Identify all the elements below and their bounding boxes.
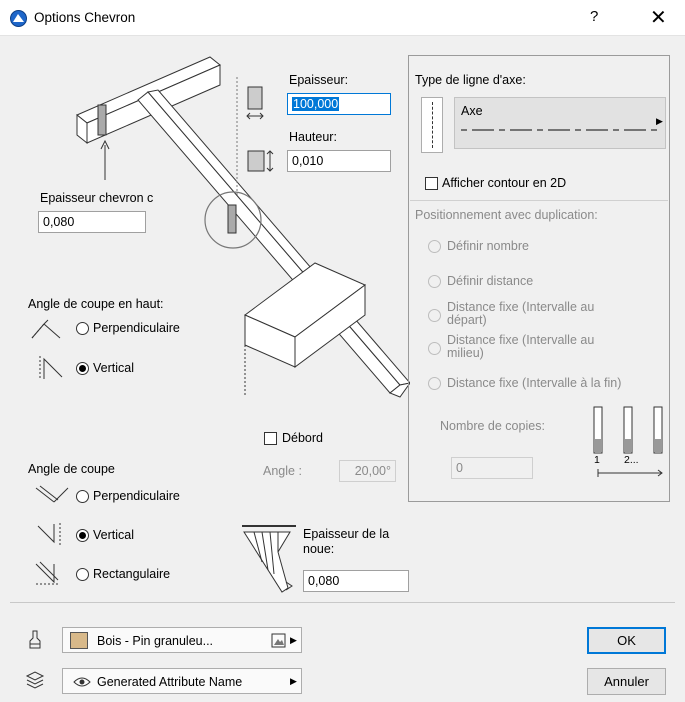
angle-label: Angle : (263, 464, 302, 478)
bas-rectangulaire-label: Rectangulaire (93, 567, 171, 581)
noue-label-2: noue: (303, 542, 335, 556)
brush-icon (29, 630, 41, 649)
bas-perpendiculaire-label: Perpendiculaire (93, 489, 180, 503)
help-button[interactable]: ? (590, 8, 598, 25)
material-selector[interactable]: Bois - Pin granuleu... ▶ (62, 627, 302, 653)
angle-input[interactable]: 20,00° (339, 460, 396, 482)
dash-dot-line-icon (461, 129, 661, 131)
noue-illustration (242, 525, 296, 593)
distance-depart-label: Distance fixe (Intervalle au départ) (447, 301, 595, 327)
positionnement-label: Positionnement avec duplication: (415, 208, 598, 222)
debord-label: Débord (282, 431, 323, 445)
bottom-separator (10, 602, 675, 603)
axis-line-icon (421, 97, 443, 153)
epaisseur-input[interactable]: 100,000 (287, 93, 391, 115)
haut-vertical-radio[interactable] (76, 362, 89, 375)
nombre-copies-input[interactable]: 0 (451, 457, 533, 479)
material-label: Bois - Pin granuleu... (97, 634, 214, 648)
close-button[interactable]: ✕ (650, 5, 667, 30)
afficher-checkbox[interactable] (425, 177, 438, 190)
noue-label-1: Epaisseur de la (303, 527, 390, 541)
hauteur-icon (247, 150, 274, 172)
haut-vertical-label: Vertical (93, 361, 134, 375)
definir-distance-label: Définir distance (447, 274, 534, 288)
bas-rectangulaire-radio[interactable] (76, 568, 89, 581)
distance-milieu-label: Distance fixe (Intervalle au milieu) (447, 334, 595, 360)
title-bar: Options Chevron ? ✕ (0, 0, 685, 36)
panel-divider (410, 200, 668, 201)
chevron-right-icon: ▶ (290, 676, 297, 686)
debord-checkbox[interactable] (264, 432, 277, 445)
haut-perpendiculaire-radio[interactable] (76, 322, 89, 335)
vertical-bottom-icon (37, 523, 61, 547)
rectangular-bottom-icon (35, 561, 59, 585)
app-icon (10, 10, 27, 27)
layer-selector[interactable]: Generated Attribute Name ▶ (62, 668, 302, 694)
epaisseur-icon (246, 86, 264, 120)
material-swatch (70, 632, 88, 649)
definir-distance-radio[interactable] (428, 275, 441, 288)
hauteur-input[interactable]: 0,010 (287, 150, 391, 172)
distance-fin-radio[interactable] (428, 377, 441, 390)
copies-illustration (593, 406, 663, 477)
scale-label-2: 2... (624, 454, 639, 466)
vertical-top-icon (39, 356, 63, 380)
bas-perpendiculaire-radio[interactable] (76, 490, 89, 503)
distance-depart-radio[interactable] (428, 309, 441, 322)
perpendicular-top-icon (31, 319, 61, 339)
cancel-button[interactable]: Annuler (587, 668, 666, 695)
angle-bas-label: Angle de coupe (28, 462, 115, 476)
bas-vertical-radio[interactable] (76, 529, 89, 542)
nombre-copies-label: Nombre de copies: (440, 419, 545, 433)
afficher-label: Afficher contour en 2D (442, 176, 567, 190)
axis-line-type-selector[interactable]: Axe ▶ (454, 97, 666, 149)
layer-label: Generated Attribute Name (97, 675, 243, 689)
chevron-right-icon: ▶ (290, 635, 297, 645)
perpendicular-bottom-icon (35, 485, 69, 503)
epaisseur-label: Epaisseur: (289, 73, 349, 87)
layers-icon (25, 671, 45, 689)
hauteur-label: Hauteur: (289, 130, 337, 144)
axe-label: Axe (461, 104, 483, 118)
distance-milieu-radio[interactable] (428, 342, 441, 355)
haut-perpendiculaire-label: Perpendiculaire (93, 321, 180, 335)
ok-button[interactable]: OK (587, 627, 666, 654)
angle-haut-label: Angle de coupe en haut: (28, 297, 164, 311)
surface-image-icon (271, 633, 286, 648)
window-title: Options Chevron (34, 10, 136, 25)
type-ligne-label: Type de ligne d'axe: (415, 73, 526, 87)
bas-vertical-label: Vertical (93, 528, 134, 542)
noue-input[interactable]: 0,080 (303, 570, 409, 592)
definir-nombre-radio[interactable] (428, 240, 441, 253)
definir-nombre-label: Définir nombre (447, 239, 529, 253)
distance-fin-label: Distance fixe (Intervalle à la fin) (447, 376, 622, 390)
epaisseur-chevron-label: Epaisseur chevron c (40, 191, 154, 205)
scale-label-1: 1 (594, 454, 600, 466)
chevron-right-icon: ▶ (656, 116, 663, 126)
epaisseur-chevron-input[interactable]: 0,080 (38, 211, 146, 233)
eye-icon (73, 677, 91, 687)
